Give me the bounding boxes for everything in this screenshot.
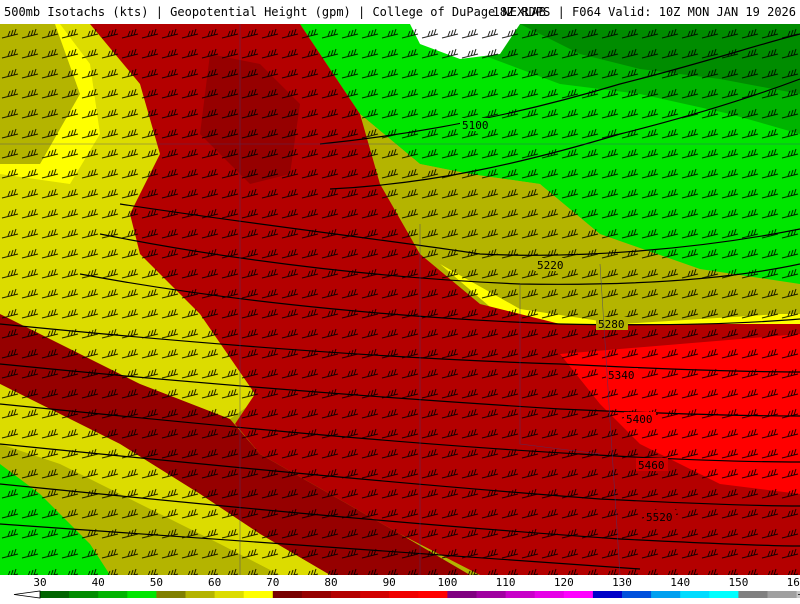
legend-svg: 30405060708090100110120130140150160170 [13,576,800,599]
legend-swatch [447,591,477,598]
legend-tick-90: 90 [383,576,396,589]
legend-swatch [243,591,274,598]
legend-left-arrow [13,590,41,599]
legend-tick-110: 110 [496,576,516,589]
legend-tick-60: 60 [208,576,221,589]
model-run-valid-time: 18Z RDPS | F064 Valid: 10Z MON JAN 19 20… [492,5,796,19]
legend-swatch [476,591,507,598]
wind-barbs-layer [0,24,800,575]
legend-swatch [98,591,128,598]
contour-label-5340: 5340 [608,369,635,382]
legend-swatch [40,591,70,598]
legend-tick-50: 50 [150,576,163,589]
map-header: 500mb Isotachs (kts) | Geopotential Heig… [0,0,800,24]
legend-tick-100: 100 [437,576,457,589]
legend-swatch [651,591,681,598]
color-scale-legend: 30405060708090100110120130140150160170 [0,575,800,600]
legend-swatch [418,591,448,598]
legend-tick-80: 80 [324,576,337,589]
map-svg: 5100 5220 5280 5340 5400 5460 5520 [0,24,800,575]
contour-label-5400: 5400 [626,413,653,426]
contour-label-5100: 5100 [462,119,489,132]
legend-swatch [622,591,652,598]
legend-swatch [301,591,332,598]
legend-tick-160: 160 [787,576,800,589]
legend-tick-40: 40 [92,576,105,589]
legend-swatch [214,591,245,598]
legend-tick-30: 30 [33,576,46,589]
legend-swatch [156,591,186,598]
map-title: 500mb Isotachs (kts) | Geopotential Heig… [4,5,546,19]
contour-label-5460: 5460 [638,459,665,472]
contour-label-5520: 5520 [646,511,673,524]
legend-swatch [331,591,361,598]
legend-swatch [127,591,157,598]
isotach-map: 5100 5220 5280 5340 5400 5460 5520 [0,24,800,575]
legend-swatch [767,591,798,598]
legend-swatch [505,591,536,598]
legend-swatch [738,591,768,598]
legend-swatch [680,591,710,598]
legend-swatch [69,591,99,598]
contour-label-5220: 5220 [537,259,564,272]
legend-swatch [360,591,390,598]
legend-swatch [272,591,303,598]
legend-tick-150: 150 [728,576,748,589]
legend-swatch [592,591,623,598]
legend-swatch [389,591,419,598]
legend-swatch [185,591,216,598]
legend-tick-130: 130 [612,576,632,589]
legend-tick-70: 70 [266,576,279,589]
contour-label-5280: 5280 [598,318,625,331]
legend-swatch [709,591,739,598]
legend-tick-140: 140 [670,576,690,589]
legend-swatch [534,591,565,598]
legend-tick-120: 120 [554,576,574,589]
legend-swatch [563,591,594,598]
